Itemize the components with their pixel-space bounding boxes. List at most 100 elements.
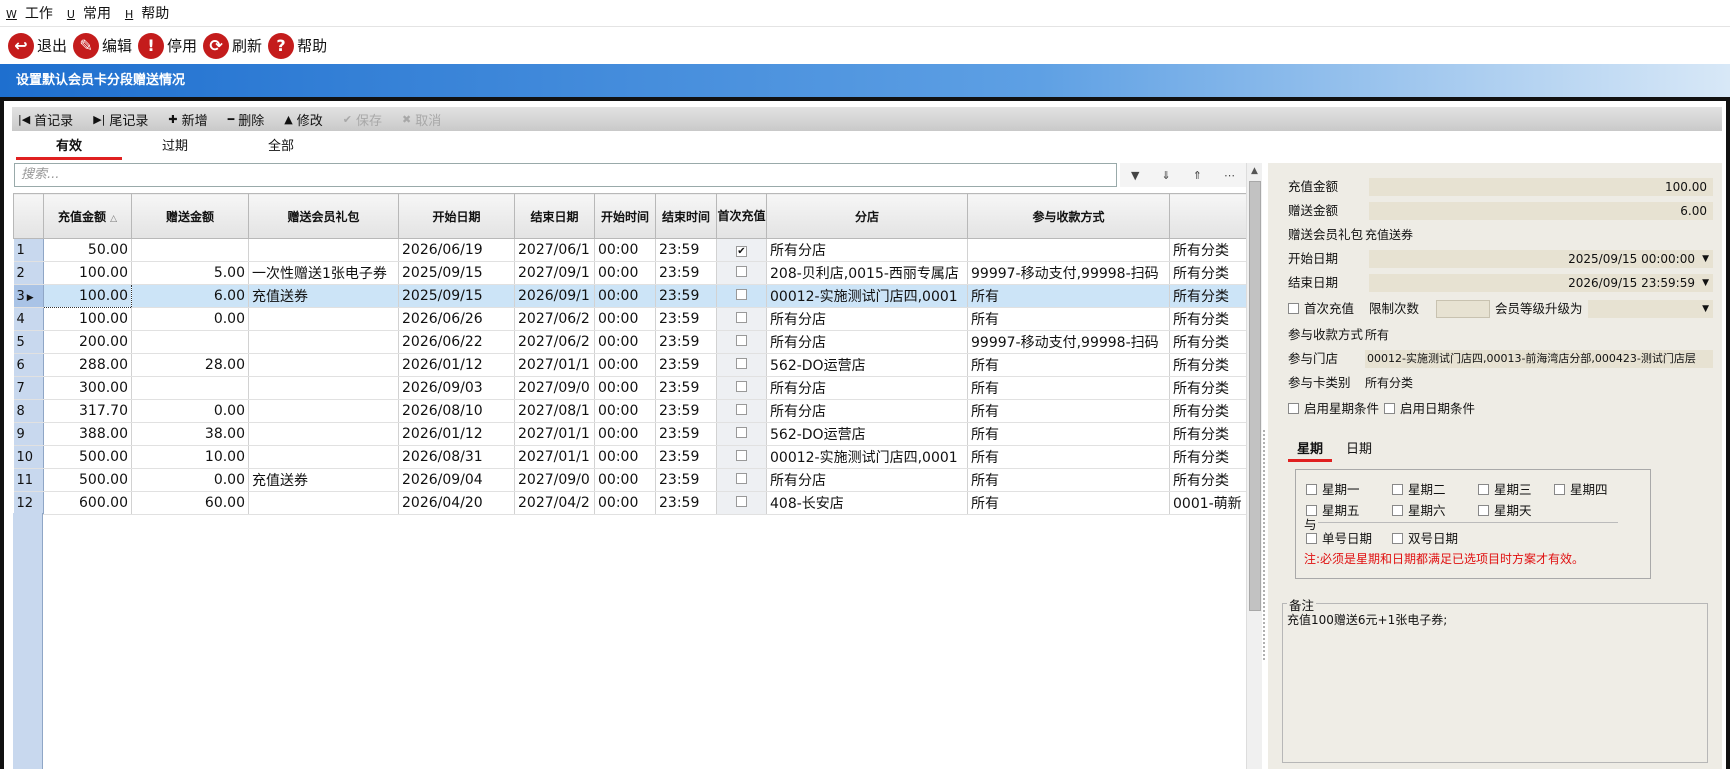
table-cell[interactable]: 288.00 <box>43 353 132 377</box>
table-cell[interactable]: 00:00 <box>594 307 656 331</box>
table-cell[interactable]: 5.00 <box>131 261 249 285</box>
table-cell[interactable]: 0001-萌新 <box>1169 491 1246 515</box>
table-cell[interactable]: 23:59 <box>655 468 717 492</box>
end-date-field[interactable]: 2026/09/15 23:59:59 <box>1369 274 1713 292</box>
col-gift-amount[interactable]: 赠送金额 <box>131 193 249 239</box>
table-cell[interactable]: 所有 <box>967 468 1170 492</box>
table-cell[interactable]: 所有分店 <box>766 376 968 400</box>
table-cell[interactable]: 23:59 <box>655 491 717 515</box>
table-cell[interactable] <box>131 330 249 354</box>
first-recharge-cell[interactable] <box>716 445 767 469</box>
table-cell[interactable]: 0.00 <box>131 399 249 423</box>
table-row[interactable]: 11 500.00 0.00 充值送券 2026/09/04 2027/09/0 00:00… <box>13 468 1246 492</box>
table-cell[interactable] <box>248 422 399 446</box>
table-cell[interactable]: 所有分店 <box>766 238 968 262</box>
table-cell[interactable]: 所有 <box>967 284 1170 308</box>
scroll-thumb[interactable] <box>1249 181 1261 611</box>
save-button[interactable]: ✔ 保存 <box>343 110 382 129</box>
table-cell[interactable]: 2026/01/12 <box>398 422 515 446</box>
table-row[interactable]: 7 300.00 2026/09/03 2027/09/0 00:00 23:59 所有分店… <box>13 376 1246 400</box>
table-cell[interactable]: 00:00 <box>594 238 656 262</box>
tab-week[interactable]: 星期 <box>1288 440 1332 462</box>
table-cell[interactable]: 317.70 <box>43 399 132 423</box>
table-cell[interactable]: 所有 <box>967 399 1170 423</box>
table-cell[interactable]: 2026/06/19 <box>398 238 515 262</box>
table-cell[interactable] <box>248 376 399 400</box>
table-cell[interactable]: 2026/09/1 <box>514 284 595 308</box>
table-cell[interactable]: 2027/09/0 <box>514 468 595 492</box>
table-cell[interactable]: 38.00 <box>131 422 249 446</box>
package-field[interactable]: 充值送券 <box>1365 226 1713 244</box>
table-cell[interactable]: 所有 <box>967 445 1170 469</box>
last-record-button[interactable]: ▶| 尾记录 <box>93 110 148 129</box>
table-cell[interactable]: 2026/08/31 <box>398 445 515 469</box>
table-cell[interactable]: 23:59 <box>655 284 717 308</box>
unchecked-checkbox-icon[interactable] <box>736 450 747 461</box>
row-number[interactable]: 7 <box>13 376 44 400</box>
table-cell[interactable]: 00012-实施测试门店四,0001 <box>766 284 968 308</box>
end-date-dropdown-icon[interactable]: ▼ <box>1702 273 1709 293</box>
start-date-field[interactable]: 2025/09/15 00:00:00 <box>1369 250 1713 268</box>
row-number[interactable]: 6 <box>13 353 44 377</box>
search-input[interactable]: 搜索... <box>14 163 1117 187</box>
unchecked-checkbox-icon[interactable] <box>736 335 747 346</box>
col-store[interactable]: 分店 <box>766 193 968 239</box>
memo-text[interactable]: 充值100赠送6元+1张电子券; <box>1287 611 1447 628</box>
grid-vertical-scrollbar[interactable]: ▲ <box>1246 163 1262 769</box>
first-record-button[interactable]: |◀ 首记录 <box>18 110 73 129</box>
first-recharge-cell[interactable] <box>716 376 767 400</box>
table-cell[interactable]: 所有 <box>967 422 1170 446</box>
table-row[interactable]: 12 600.00 60.00 2026/04/20 2027/04/2 00:00 23:… <box>13 491 1246 515</box>
table-cell[interactable] <box>248 307 399 331</box>
table-cell[interactable] <box>248 445 399 469</box>
refresh-button[interactable]: ⟳ 刷新 <box>203 32 262 59</box>
first-recharge-cell[interactable]: ✔ <box>716 238 767 262</box>
table-cell[interactable]: 99997-移动支付,99998-扫码 <box>967 330 1170 354</box>
table-row[interactable]: 1 50.00 2026/06/19 2027/06/1 00:00 23:59 ✔ 所有分店… <box>13 238 1246 262</box>
table-row[interactable]: 2 100.00 5.00 一次性赠送1张电子券 2025/09/15 2027/09/1… <box>13 261 1246 285</box>
table-cell[interactable]: 60.00 <box>131 491 249 515</box>
weekday-sat[interactable]: 星期六 <box>1392 500 1446 519</box>
unchecked-checkbox-icon[interactable] <box>736 266 747 277</box>
table-cell[interactable]: 2026/06/26 <box>398 307 515 331</box>
unchecked-checkbox-icon[interactable] <box>736 358 747 369</box>
unchecked-checkbox-icon[interactable] <box>736 473 747 484</box>
table-cell[interactable]: 00:00 <box>594 399 656 423</box>
store-field[interactable]: 00012-实施测试门店四,00013-前海湾店分部,000423-测试门店层 <box>1365 350 1713 368</box>
add-button[interactable]: ✚ 新增 <box>168 110 207 129</box>
table-row[interactable]: 10 500.00 10.00 2026/08/31 2027/01/1 00:00 23:… <box>13 445 1246 469</box>
scroll-up-icon[interactable]: ▲ <box>1247 163 1262 179</box>
table-cell[interactable]: 23:59 <box>655 422 717 446</box>
checked-checkbox-icon[interactable]: ✔ <box>736 246 747 257</box>
cancel-button[interactable]: ✖ 取消 <box>402 110 441 129</box>
table-cell[interactable]: 所有分店 <box>766 468 968 492</box>
enable-date-checkbox[interactable]: 启用日期条件 <box>1384 399 1475 419</box>
row-number[interactable]: 1 <box>13 238 44 262</box>
table-cell[interactable]: 2027/01/1 <box>514 445 595 469</box>
row-number[interactable]: 3 ▶ <box>13 284 44 308</box>
exit-button[interactable]: ↩ 退出 <box>8 32 67 59</box>
first-recharge-cell[interactable] <box>716 307 767 331</box>
row-number[interactable]: 11 <box>13 468 44 492</box>
table-cell[interactable] <box>967 238 1170 262</box>
table-cell[interactable]: 388.00 <box>43 422 132 446</box>
table-cell[interactable]: 2026/08/10 <box>398 399 515 423</box>
table-cell[interactable]: 所有分类 <box>1169 468 1246 492</box>
table-row[interactable]: 8 317.70 0.00 2026/08/10 2027/08/1 00:00 23:59… <box>13 399 1246 423</box>
table-cell[interactable]: 2027/04/2 <box>514 491 595 515</box>
table-cell[interactable]: 00:00 <box>594 491 656 515</box>
table-cell[interactable]: 00:00 <box>594 284 656 308</box>
table-cell[interactable]: 600.00 <box>43 491 132 515</box>
weekday-tue[interactable]: 星期二 <box>1392 479 1446 498</box>
filter-icon[interactable]: ▼ <box>1131 169 1139 182</box>
card-type-field[interactable]: 所有分类 <box>1365 374 1713 392</box>
odd-date-checkbox[interactable]: 单号日期 <box>1306 528 1372 547</box>
recharge-field[interactable]: 100.00 <box>1369 178 1713 196</box>
table-cell[interactable]: 100.00 <box>43 307 132 331</box>
table-cell[interactable]: 所有分店 <box>766 399 968 423</box>
table-cell[interactable]: 所有分类 <box>1169 422 1246 446</box>
table-cell[interactable]: 所有分店 <box>766 307 968 331</box>
table-cell[interactable]: 2027/06/1 <box>514 238 595 262</box>
first-recharge-cell[interactable] <box>716 422 767 446</box>
table-cell[interactable]: 23:59 <box>655 445 717 469</box>
